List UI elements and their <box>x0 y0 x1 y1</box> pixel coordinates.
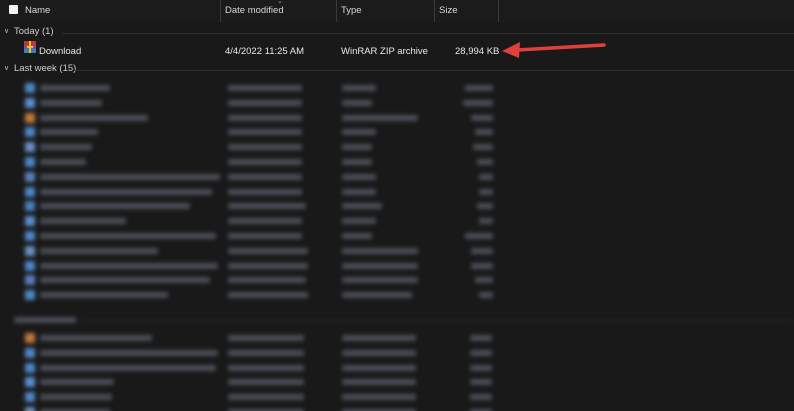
arrow-shaft <box>515 43 606 52</box>
arrow-head-icon <box>502 42 520 58</box>
annotation-arrow <box>502 42 606 58</box>
file-explorer-details-view: ⌄ Name Date modified Type Size ∨ Today (1… <box>0 0 794 411</box>
